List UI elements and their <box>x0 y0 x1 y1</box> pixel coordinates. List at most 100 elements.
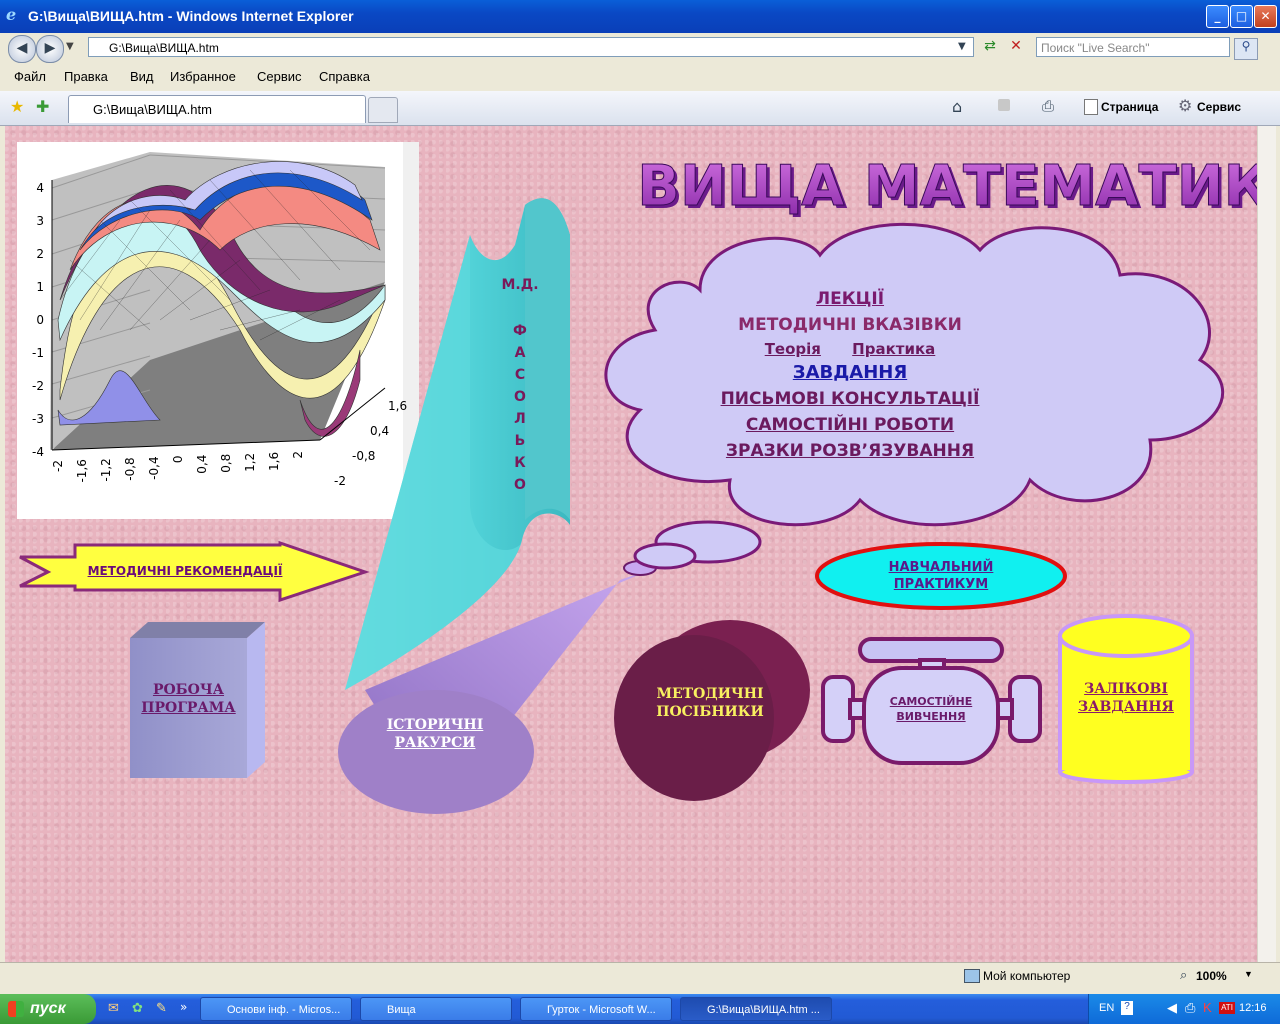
program-link-line1[interactable]: РОБОЧА <box>153 682 224 698</box>
practice-link[interactable]: Практика <box>852 340 935 358</box>
manuals-label: МЕТОДИЧНІ ПОСІБНИКИ <box>635 685 785 721</box>
quicklaunch-icon[interactable]: ✉ <box>108 1001 119 1016</box>
zoom-icon: ⌕ <box>1180 967 1188 982</box>
theory-link[interactable]: Теорія <box>765 340 821 358</box>
y-tick-label: 1 <box>36 280 44 294</box>
selfstudy-link-line2[interactable]: ВИВЧЕННЯ <box>896 710 965 723</box>
page-title: ВИЩА МАТЕМАТИКА <box>637 154 1257 219</box>
history-label: ІСТОРИЧНІ РАКУРСИ <box>375 716 495 752</box>
refresh-icon[interactable]: ⇄ <box>980 38 1000 58</box>
window-title: G:\Вища\ВИЩА.htm - Windows Internet Expl… <box>28 8 354 24</box>
z-tick-label: 0,4 <box>370 424 389 438</box>
quicklaunch-icon[interactable]: ✿ <box>132 1001 143 1016</box>
chevron-icon[interactable]: » <box>180 1000 187 1014</box>
author-letter: О <box>514 389 526 405</box>
close-button[interactable]: ✕ <box>1254 5 1277 28</box>
author-letter: К <box>514 455 526 471</box>
zoom-level[interactable]: 100% <box>1196 969 1227 983</box>
menu-edit[interactable]: Правка <box>64 69 108 84</box>
taskbar-task[interactable]: Основи інф. - Micros... <box>200 997 352 1021</box>
practicum-link-line2[interactable]: ПРАКТИКУМ <box>894 577 988 592</box>
network-icon[interactable]: ⎙ <box>1185 1000 1195 1016</box>
y-tick-label: -2 <box>32 379 44 393</box>
app-tray-icon[interactable]: K <box>1203 1000 1212 1015</box>
new-tab-button[interactable] <box>368 97 398 123</box>
program-link-line2[interactable]: ПРОГРАМА <box>141 700 235 716</box>
title-bar: e G:\Вища\ВИЩА.htm - Windows Internet Ex… <box>0 0 1280 33</box>
menu-view[interactable]: Вид <box>130 69 154 84</box>
tests-link-line1[interactable]: ЗАЛІКОВІ <box>1084 681 1168 697</box>
tab-current[interactable]: G:\Вища\ВИЩА.htm <box>68 95 366 123</box>
address-input[interactable]: G:\Вища\ВИЩА.htm <box>88 37 974 57</box>
history-dropdown-icon[interactable]: ▼ <box>66 41 74 52</box>
menu-file[interactable]: Файл <box>14 69 46 84</box>
history-link-line2[interactable]: РАКУРСИ <box>395 735 476 751</box>
add-favorites-icon[interactable]: ✚ <box>36 97 49 116</box>
selfstudy-link-line1[interactable]: САМОСТІЙНЕ <box>890 695 972 708</box>
ati-icon[interactable]: ATI <box>1219 1002 1235 1014</box>
lectures-link[interactable]: ЛЕКЦІЇ <box>816 289 884 309</box>
author-initials: М.Д. <box>501 277 539 293</box>
volume-icon[interactable]: ◀ <box>1167 1000 1177 1016</box>
x-tick-label: 0,8 <box>219 454 233 473</box>
x-tick-label: 0 <box>171 456 185 464</box>
language-indicator[interactable]: EN <box>1099 1002 1114 1014</box>
feeds-icon[interactable] <box>998 99 1010 111</box>
page-content: 4 3 2 1 0 -1 -2 -3 -4 -2 -1,6 -1,2 -0,8 -0,4 0 0,4 0,8 1,… <box>5 126 1257 962</box>
stop-icon[interactable]: ✕ <box>1006 38 1026 58</box>
x-tick-label: -2 <box>51 460 65 472</box>
address-text: G:\Вища\ВИЩА.htm <box>109 41 219 55</box>
search-icon[interactable]: ⚲ <box>1234 38 1258 60</box>
address-dropdown-icon[interactable]: ▼ <box>958 41 966 52</box>
tab-bar: ★ ✚ G:\Вища\ВИЩА.htm ⌂ ⎙ Страница ⚙ Серв… <box>0 91 1280 126</box>
zoom-dropdown-icon[interactable]: ▼ <box>1244 969 1253 979</box>
taskbar-task[interactable]: Вища <box>360 997 512 1021</box>
x-tick-label: 0,4 <box>195 455 209 474</box>
tests-link-line2[interactable]: ЗАВДАННЯ <box>1078 699 1174 715</box>
independent-link[interactable]: САМОСТІЙНІ РОБОТИ <box>746 415 954 435</box>
maximize-button[interactable]: □ <box>1230 5 1253 28</box>
quicklaunch-icon[interactable]: ✎ <box>156 1001 167 1016</box>
menu-tools[interactable]: Сервис <box>257 69 302 84</box>
tasks-link[interactable]: ЗАВДАННЯ <box>793 362 907 383</box>
recommendations-link[interactable]: МЕТОДИЧНІ РЕКОМЕНДАЦІЇ <box>88 564 283 578</box>
x-tick-label: 2 <box>291 451 305 459</box>
taskbar-task-active[interactable]: G:\Вища\ВИЩА.htm ... <box>680 997 832 1021</box>
author-letter: Л <box>514 411 526 427</box>
favorites-star-icon[interactable]: ★ <box>10 97 24 116</box>
history-link-line1[interactable]: ІСТОРИЧНІ <box>387 717 484 733</box>
minimize-button[interactable]: _ <box>1206 5 1229 28</box>
ie-logo-icon: e <box>6 5 17 24</box>
x-tick-label: 1,2 <box>243 453 257 472</box>
recommendations-label-wrap: МЕТОДИЧНІ РЕКОМЕНДАЦІЇ <box>75 560 295 579</box>
y-tick-label: -3 <box>32 412 44 426</box>
zone-text: Мой компьютер <box>983 969 1071 983</box>
menu-help[interactable]: Справка <box>319 69 370 84</box>
menu-favorites[interactable]: Избранное <box>170 69 236 84</box>
back-button[interactable]: ◀ <box>8 35 36 63</box>
print-icon[interactable]: ⎙ <box>1042 97 1054 115</box>
author-surname: ФАСОЛЬКО <box>510 320 530 496</box>
help-icon[interactable]: ? <box>1121 1001 1133 1015</box>
computer-icon <box>964 969 980 983</box>
practicum-link-line1[interactable]: НАВЧАЛЬНИЙ <box>889 560 994 575</box>
taskbar-task[interactable]: Гурток - Microsoft W... <box>520 997 672 1021</box>
tools-menu-button[interactable]: Сервис <box>1197 100 1241 114</box>
search-input[interactable]: Поиск "Live Search" <box>1036 37 1230 57</box>
x-tick-label: -0,4 <box>147 456 161 479</box>
consultations-link[interactable]: ПИСЬМОВІ КОНСУЛЬТАЦІЇ <box>721 389 980 409</box>
y-tick-label: 4 <box>36 181 44 195</box>
manuals-line2[interactable]: ПОСІБНИКИ <box>656 704 764 720</box>
y-tick-label: 0 <box>36 313 44 327</box>
practicum-label: НАВЧАЛЬНИЙ ПРАКТИКУМ <box>841 559 1041 593</box>
manuals-line1[interactable]: МЕТОДИЧНІ <box>656 686 763 702</box>
forward-button[interactable]: ▶ <box>36 35 64 63</box>
page-title-art: ВИЩА МАТЕМАТИКА ВИЩА МАТЕМАТИКА <box>637 154 1257 223</box>
vertical-scrollbar[interactable] <box>1257 126 1276 962</box>
author-letter: О <box>514 477 526 493</box>
page-menu-button[interactable]: Страница <box>1101 100 1158 114</box>
clock: 12:16 <box>1239 1002 1267 1014</box>
examples-link[interactable]: ЗРАЗКИ РОЗВ’ЯЗУВАННЯ <box>726 441 974 461</box>
address-bar-row: ◀ ▶ ▼ G:\Вища\ВИЩА.htm ▼ ⇄ ✕ Поиск "Live… <box>0 33 1280 63</box>
home-icon[interactable]: ⌂ <box>952 97 962 116</box>
